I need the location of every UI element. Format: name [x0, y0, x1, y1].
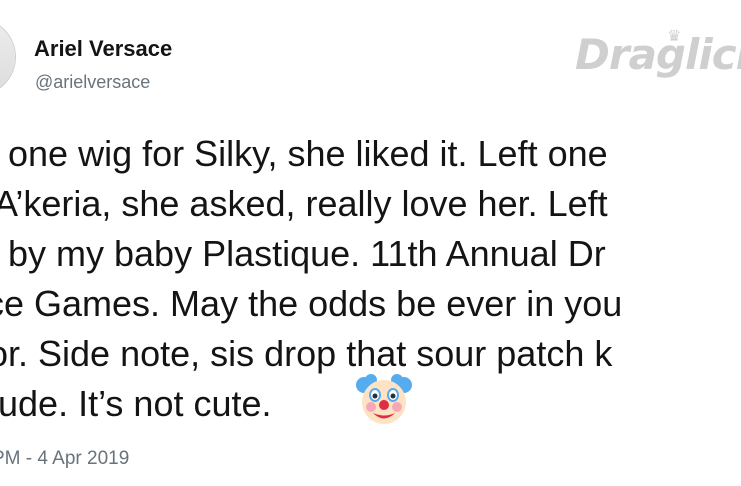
tweet-timestamp[interactable]: PM - 4 Apr 2019: [0, 448, 129, 470]
tweet-line: t one wig for Silky, she liked it. Left …: [0, 133, 608, 174]
tweet-line: or. Side note, sis drop that sour patch …: [0, 333, 613, 374]
watermark-text: Draglicks: [575, 30, 741, 79]
tweet-line: t by my baby Plastique. 11th Annual Dr: [0, 233, 606, 274]
clown-face-emoji: [356, 374, 412, 424]
watermark-logo: Draglicks ♛: [575, 30, 741, 95]
tweet-screenshot: { "author": { "display_name": "Ariel Ver…: [0, 0, 741, 486]
tweet-line: ce Games. May the odds be ever in you: [0, 283, 623, 324]
tweet-line: A’keria, she asked, really love her. Lef…: [0, 183, 608, 224]
author-handle[interactable]: @arielversace: [35, 72, 150, 93]
crown-icon: ♛: [667, 30, 682, 45]
tweet-line: tude. It’s not cute.: [0, 383, 272, 424]
avatar[interactable]: [0, 18, 16, 96]
author-display-name[interactable]: Ariel Versace: [34, 36, 172, 62]
